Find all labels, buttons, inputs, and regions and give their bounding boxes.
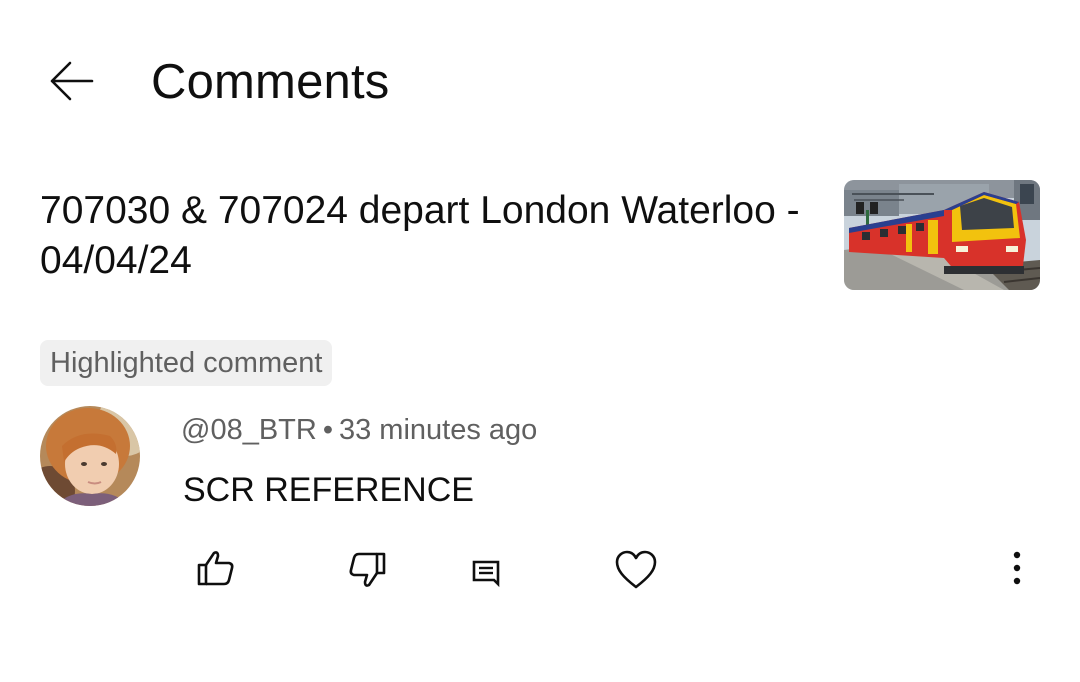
more-options-button[interactable] — [992, 543, 1042, 593]
train-thumbnail — [844, 180, 1040, 290]
back-button[interactable] — [40, 50, 102, 112]
comment-meta: @08_BTR • 33 minutes ago — [181, 412, 537, 448]
highlighted-comment-badge: Highlighted comment — [40, 340, 333, 386]
reply-button[interactable] — [461, 549, 511, 599]
video-thumbnail[interactable] — [844, 180, 1040, 290]
heart-button[interactable] — [611, 545, 661, 595]
more-vertical-icon — [1013, 551, 1021, 585]
user-avatar — [40, 406, 140, 506]
reply-comment-icon — [472, 560, 500, 588]
comments-page: Comments 707030 & 707024 depart London W… — [0, 0, 1080, 682]
video-title[interactable]: 707030 & 707024 depart London Waterloo -… — [40, 186, 830, 286]
thumbs-up-icon — [197, 551, 234, 586]
avatar[interactable] — [40, 406, 140, 506]
comment-author[interactable]: @08_BTR — [181, 414, 317, 446]
dislike-button[interactable] — [343, 545, 393, 595]
thumbs-down-icon — [349, 552, 386, 587]
comment-text: SCR REFERENCE — [183, 471, 474, 509]
meta-separator: • — [322, 414, 333, 446]
page-title: Comments — [151, 55, 390, 109]
heart-icon — [615, 550, 657, 589]
arrow-left-icon — [50, 61, 94, 101]
highlighted-comment-label: Highlighted comment — [50, 346, 323, 379]
like-button[interactable] — [190, 543, 240, 593]
comment-time: 33 minutes ago — [338, 414, 538, 446]
